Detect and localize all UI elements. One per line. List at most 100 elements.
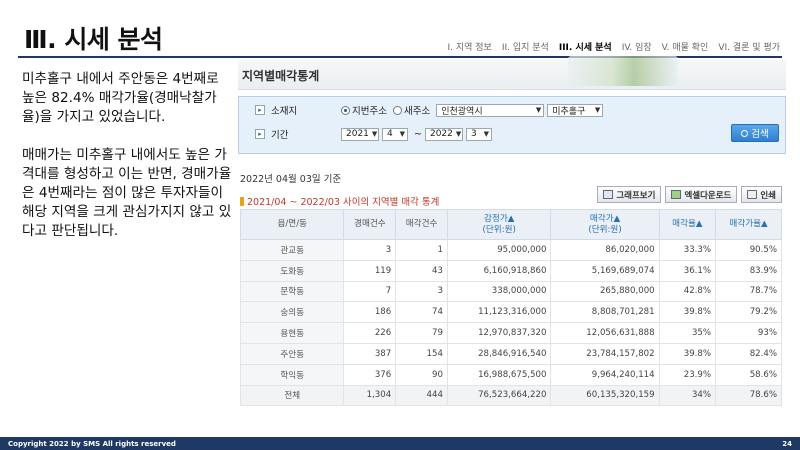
table-cell-price-rate: 93%: [715, 322, 782, 344]
table-cell-sold: 1: [395, 239, 448, 261]
period-row: ▸ 기간 2021 ▼ 4 ▼ ~ 2022 ▼ 3 ▼: [255, 127, 495, 141]
column-header: 읍/면/동: [239, 209, 345, 240]
page-number: 24: [782, 439, 792, 448]
stats-table: 읍/면/동 경매건수 매각건수 감정가▲ (단위:원) 매각가▲ (단위:원) 매각율▲ 매각가…: [239, 209, 782, 407]
print-button[interactable]: 인쇄: [741, 186, 782, 203]
to-month-select[interactable]: 3 ▼: [465, 127, 492, 141]
table-cell-name: 숭의동: [239, 301, 345, 324]
table-cell-price-rate: 83.9%: [715, 259, 782, 282]
tilde: ~: [414, 128, 422, 140]
table-row: 용현동 226 79 12,970,837,320 12,056,631,888 35% 9…: [239, 322, 782, 344]
table-cell-appraisal: 6,160,918,860: [446, 259, 552, 282]
table-cell-appraisal: 12,970,837,320: [446, 322, 552, 344]
table-row: 문학동 7 3 338,000,000 265,880,000 42.8% 78.7%: [239, 280, 782, 303]
table-cell-auctions: 387: [343, 342, 397, 365]
table-cell-price-rate: 78.7%: [715, 280, 782, 303]
radio-off-icon: [392, 105, 402, 115]
table-cell-sold: 90: [395, 363, 448, 386]
table-cell-sale-price: 86,020,000: [550, 239, 660, 261]
table-cell-appraisal: 28,846,916,540: [446, 342, 552, 365]
table-cell-appraisal: 16,988,675,500: [446, 363, 552, 386]
chevron-down-icon: ▼: [483, 130, 489, 138]
stats-panel: 지역별매각통계 ▸ 소재지 지번주소 새주소 인천광역시 ▼ 미추홀구 ▼ ▸ 기간…: [238, 56, 786, 412]
table-cell-auctions: 7: [343, 280, 397, 303]
from-year-select[interactable]: 2021 ▼: [341, 127, 379, 141]
table-cell-price-rate: 58.6%: [715, 363, 782, 386]
table-cell-sale-rate: 42.8%: [658, 280, 717, 303]
panel-title: 지역별매각통계: [242, 69, 320, 83]
table-header-row: 읍/면/동 경매건수 매각건수 감정가▲ (단위:원) 매각가▲ (단위:원) 매각율▲ 매각가…: [239, 209, 782, 240]
radio-road-address[interactable]: 새주소: [392, 103, 430, 117]
excel-icon: [671, 190, 682, 199]
toc-item: I. 지역 정보: [447, 43, 492, 53]
search-button[interactable]: 검색: [731, 124, 779, 142]
radio-on-icon: [341, 105, 350, 115]
table-cell-appraisal: 338,000,000: [446, 280, 552, 303]
district-select[interactable]: 미추홀구 ▼: [547, 103, 604, 117]
column-header[interactable]: 매각가율▲: [715, 209, 782, 240]
table-cell-price-rate: 79.2%: [715, 301, 782, 324]
body-paragraph: 매매가는 미추홀구 내에서도 높은 가격대를 형성하고 이는 반면, 경매가율은…: [22, 147, 232, 239]
table-total-row: 전체 1,304 444 76,523,664,220 60,135,320,159 34…: [239, 384, 782, 407]
column-header: 경매건수: [343, 209, 397, 240]
graph-icon: [603, 190, 614, 199]
table-cell-sale-price: 5,169,689,074: [550, 259, 660, 282]
table-cell-sold: 444: [395, 384, 448, 407]
graph-button[interactable]: 그래프보기: [597, 186, 662, 203]
column-header[interactable]: 매각가▲ (단위:원): [550, 209, 660, 240]
table-cell-appraisal: 95,000,000: [446, 239, 552, 261]
table-cell-price-rate: 82.4%: [715, 342, 782, 365]
toc-item: III. 시세 분석: [558, 43, 612, 53]
column-header[interactable]: 감정가▲ (단위:원): [446, 209, 552, 240]
column-header[interactable]: 매각율▲: [658, 209, 717, 240]
city-select[interactable]: 인천광역시 ▼: [436, 103, 545, 117]
table-cell-sale-rate: 35%: [658, 322, 717, 344]
chevron-down-icon: ▼: [399, 130, 405, 138]
toc-nav: I. 지역 정보 II. 입지 분석 III. 시세 분석 IV. 임장 V. 매물 확…: [447, 40, 780, 53]
table-row: 관교동 3 1 95,000,000 86,020,000 33.3% 90.5%: [239, 239, 782, 261]
table-cell-sold: 74: [395, 301, 448, 324]
table-row: 숭의동 186 74 11,123,316,000 8,808,701,281 39.8%…: [239, 301, 782, 324]
footer-bar: Copyright 2022 by SMS All rights reserve…: [0, 437, 800, 450]
table-cell-sold: 154: [395, 342, 448, 365]
table-cell-sold: 3: [395, 280, 448, 303]
table-cell-auctions: 186: [343, 301, 397, 324]
bullet-icon: ▸: [255, 105, 265, 115]
chevron-down-icon: ▼: [594, 106, 601, 114]
table-cell-price-rate: 90.5%: [715, 239, 782, 261]
column-header: 매각건수: [395, 209, 448, 240]
header-decoration: [568, 56, 678, 86]
table-cell-auctions: 3: [343, 239, 397, 261]
from-month-select[interactable]: 4 ▼: [382, 127, 408, 141]
table-cell-sale-rate: 33.3%: [658, 239, 717, 261]
table-cell-sale-price: 8,808,701,281: [550, 301, 660, 324]
chevron-down-icon: ▼: [455, 130, 462, 138]
table-cell-name: 관교동: [239, 239, 345, 261]
table-cell-price-rate: 78.6%: [715, 384, 782, 407]
table-cell-sale-price: 23,784,157,802: [550, 342, 660, 365]
body-text: 미추홀구 내에서 주안동은 4번째로 높은 82.4% 매각가율(경매낙찰가율)…: [22, 70, 234, 260]
copyright-text: Copyright 2022 by SMS All rights reserve…: [8, 439, 176, 448]
chevron-down-icon: ▼: [371, 130, 378, 138]
table-row: 주안동 387 154 28,846,916,540 23,784,157,802 39.…: [239, 342, 782, 365]
table-cell-name: 도화동: [239, 259, 345, 282]
table-cell-sale-rate: 36.1%: [658, 259, 717, 282]
table-cell-sale-rate: 23.9%: [658, 363, 717, 386]
table-cell-sold: 79: [395, 322, 448, 344]
table-cell-name: 용현동: [239, 322, 345, 344]
table-cell-name: 전체: [239, 384, 345, 407]
table-cell-sale-rate: 39.8%: [658, 342, 717, 365]
slide-title: Ⅲ. 시세 분석: [24, 25, 163, 54]
printer-icon: [747, 190, 758, 199]
to-year-select[interactable]: 2022 ▼: [424, 127, 463, 141]
excel-download-button[interactable]: 엑셀다운로드: [665, 186, 738, 203]
radio-lot-address[interactable]: 지번주소: [341, 103, 387, 117]
period-marker-icon: [240, 196, 244, 206]
location-row: ▸ 소재지 지번주소 새주소 인천광역시 ▼ 미추홀구 ▼: [255, 103, 606, 117]
search-icon: [741, 129, 749, 137]
table-cell-sale-price: 265,880,000: [550, 280, 660, 303]
table-cell-auctions: 226: [343, 322, 397, 344]
table-cell-auctions: 376: [343, 363, 397, 386]
table-row: 도화동 119 43 6,160,918,860 5,169,689,074 36.1% 8…: [239, 259, 782, 282]
body-paragraph: 미추홀구 내에서 주안동은 4번째로 높은 82.4% 매각가율(경매낙찰가율)…: [22, 71, 219, 125]
